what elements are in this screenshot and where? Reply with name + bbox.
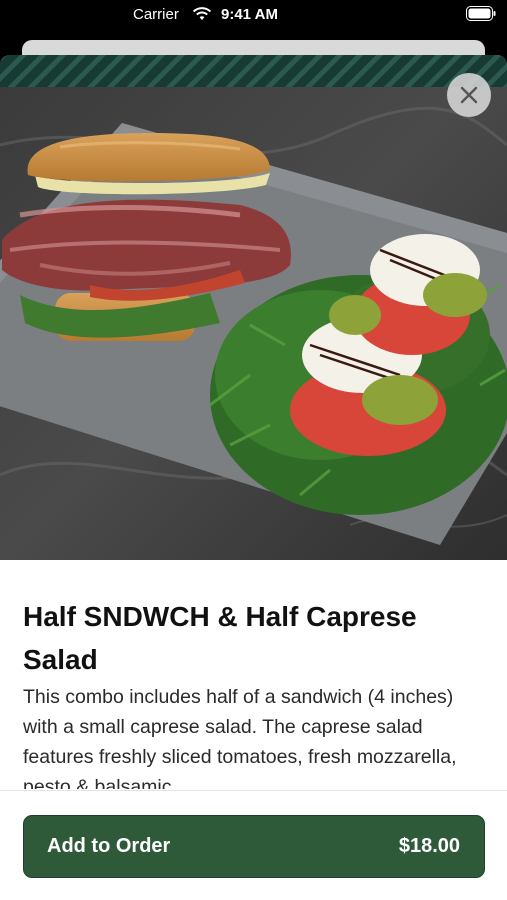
close-button[interactable] — [447, 73, 491, 117]
item-title: Half SNDWCH & Half Caprese Salad — [23, 601, 417, 675]
item-description-container: This combo includes half of a sandwich (… — [23, 682, 485, 789]
add-to-order-button[interactable]: Add to Order $18.00 — [23, 815, 485, 878]
food-image — [0, 55, 507, 560]
status-bar: Carrier 9:41 AM — [0, 0, 507, 30]
carrier-label: Carrier — [133, 6, 179, 23]
battery-icon — [466, 6, 496, 21]
price-label: $18.00 — [398, 835, 460, 857]
item-detail-sheet: Half SNDWCH & Half Caprese Salad This co… — [0, 55, 507, 900]
close-icon — [460, 86, 478, 104]
status-time: 9:41 AM — [221, 6, 278, 23]
footer-bar: Add to Order $18.00 — [0, 790, 507, 900]
wifi-icon — [192, 7, 212, 20]
item-description: This combo includes half of a sandwich (… — [23, 686, 457, 789]
add-to-order-label: Add to Order — [47, 835, 171, 857]
